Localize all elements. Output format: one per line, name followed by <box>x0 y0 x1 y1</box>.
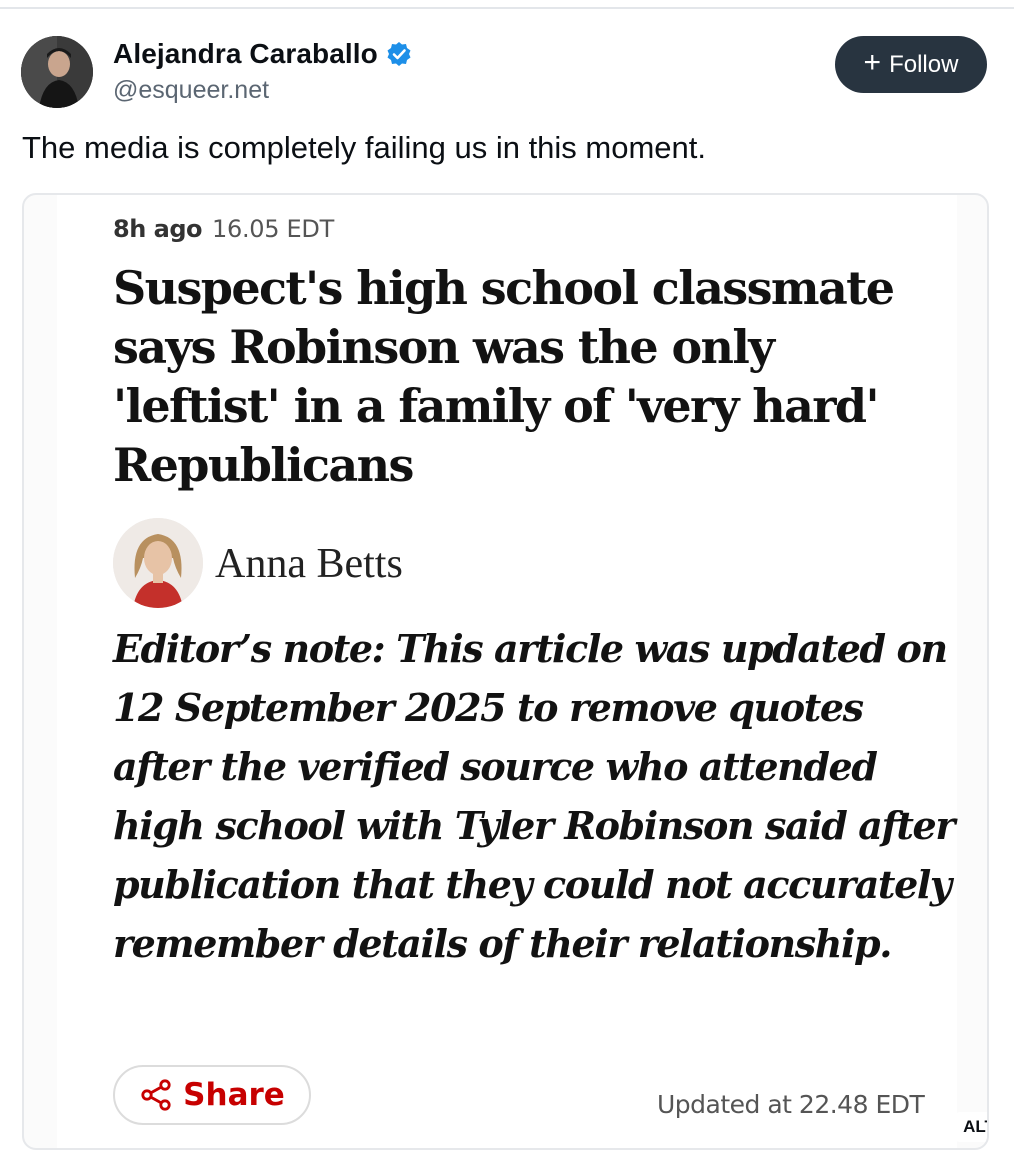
author-avatar[interactable] <box>21 36 93 108</box>
author-name[interactable]: Alejandra Caraballo <box>113 38 378 70</box>
share-label: Share <box>183 1077 285 1113</box>
time-edt: 16.05 EDT <box>212 215 334 243</box>
article-headline: Suspect's high school classmate says Rob… <box>113 261 895 492</box>
post-text: The media is completely failing us in th… <box>22 130 707 165</box>
verified-icon <box>387 42 411 66</box>
byline-name: Anna Betts <box>215 541 403 587</box>
share-icon <box>141 1079 171 1111</box>
updated-timestamp: Updated at 22.48 EDT <box>657 1090 925 1119</box>
article-timestamp: 8h ago 16.05 EDT <box>113 215 334 243</box>
time-ago: 8h ago <box>113 215 203 243</box>
embedded-image[interactable]: 8h ago 16.05 EDT Suspect's high school cl… <box>22 193 989 1150</box>
plus-icon: + <box>863 46 882 79</box>
follow-label: Follow <box>889 50 959 78</box>
byline-avatar <box>113 518 203 608</box>
top-divider <box>0 7 1014 9</box>
article-screenshot: 8h ago 16.05 EDT Suspect's high school cl… <box>57 195 957 1148</box>
alt-text-badge[interactable]: ALT <box>954 1112 987 1142</box>
share-button: Share <box>113 1065 311 1125</box>
author-name-row[interactable]: Alejandra Caraballo <box>113 38 412 70</box>
follow-button[interactable]: + Follow <box>835 36 987 93</box>
author-handle[interactable]: @esqueer.net <box>113 76 269 105</box>
editors-note: Editor’s note: This article was updated … <box>113 626 955 966</box>
